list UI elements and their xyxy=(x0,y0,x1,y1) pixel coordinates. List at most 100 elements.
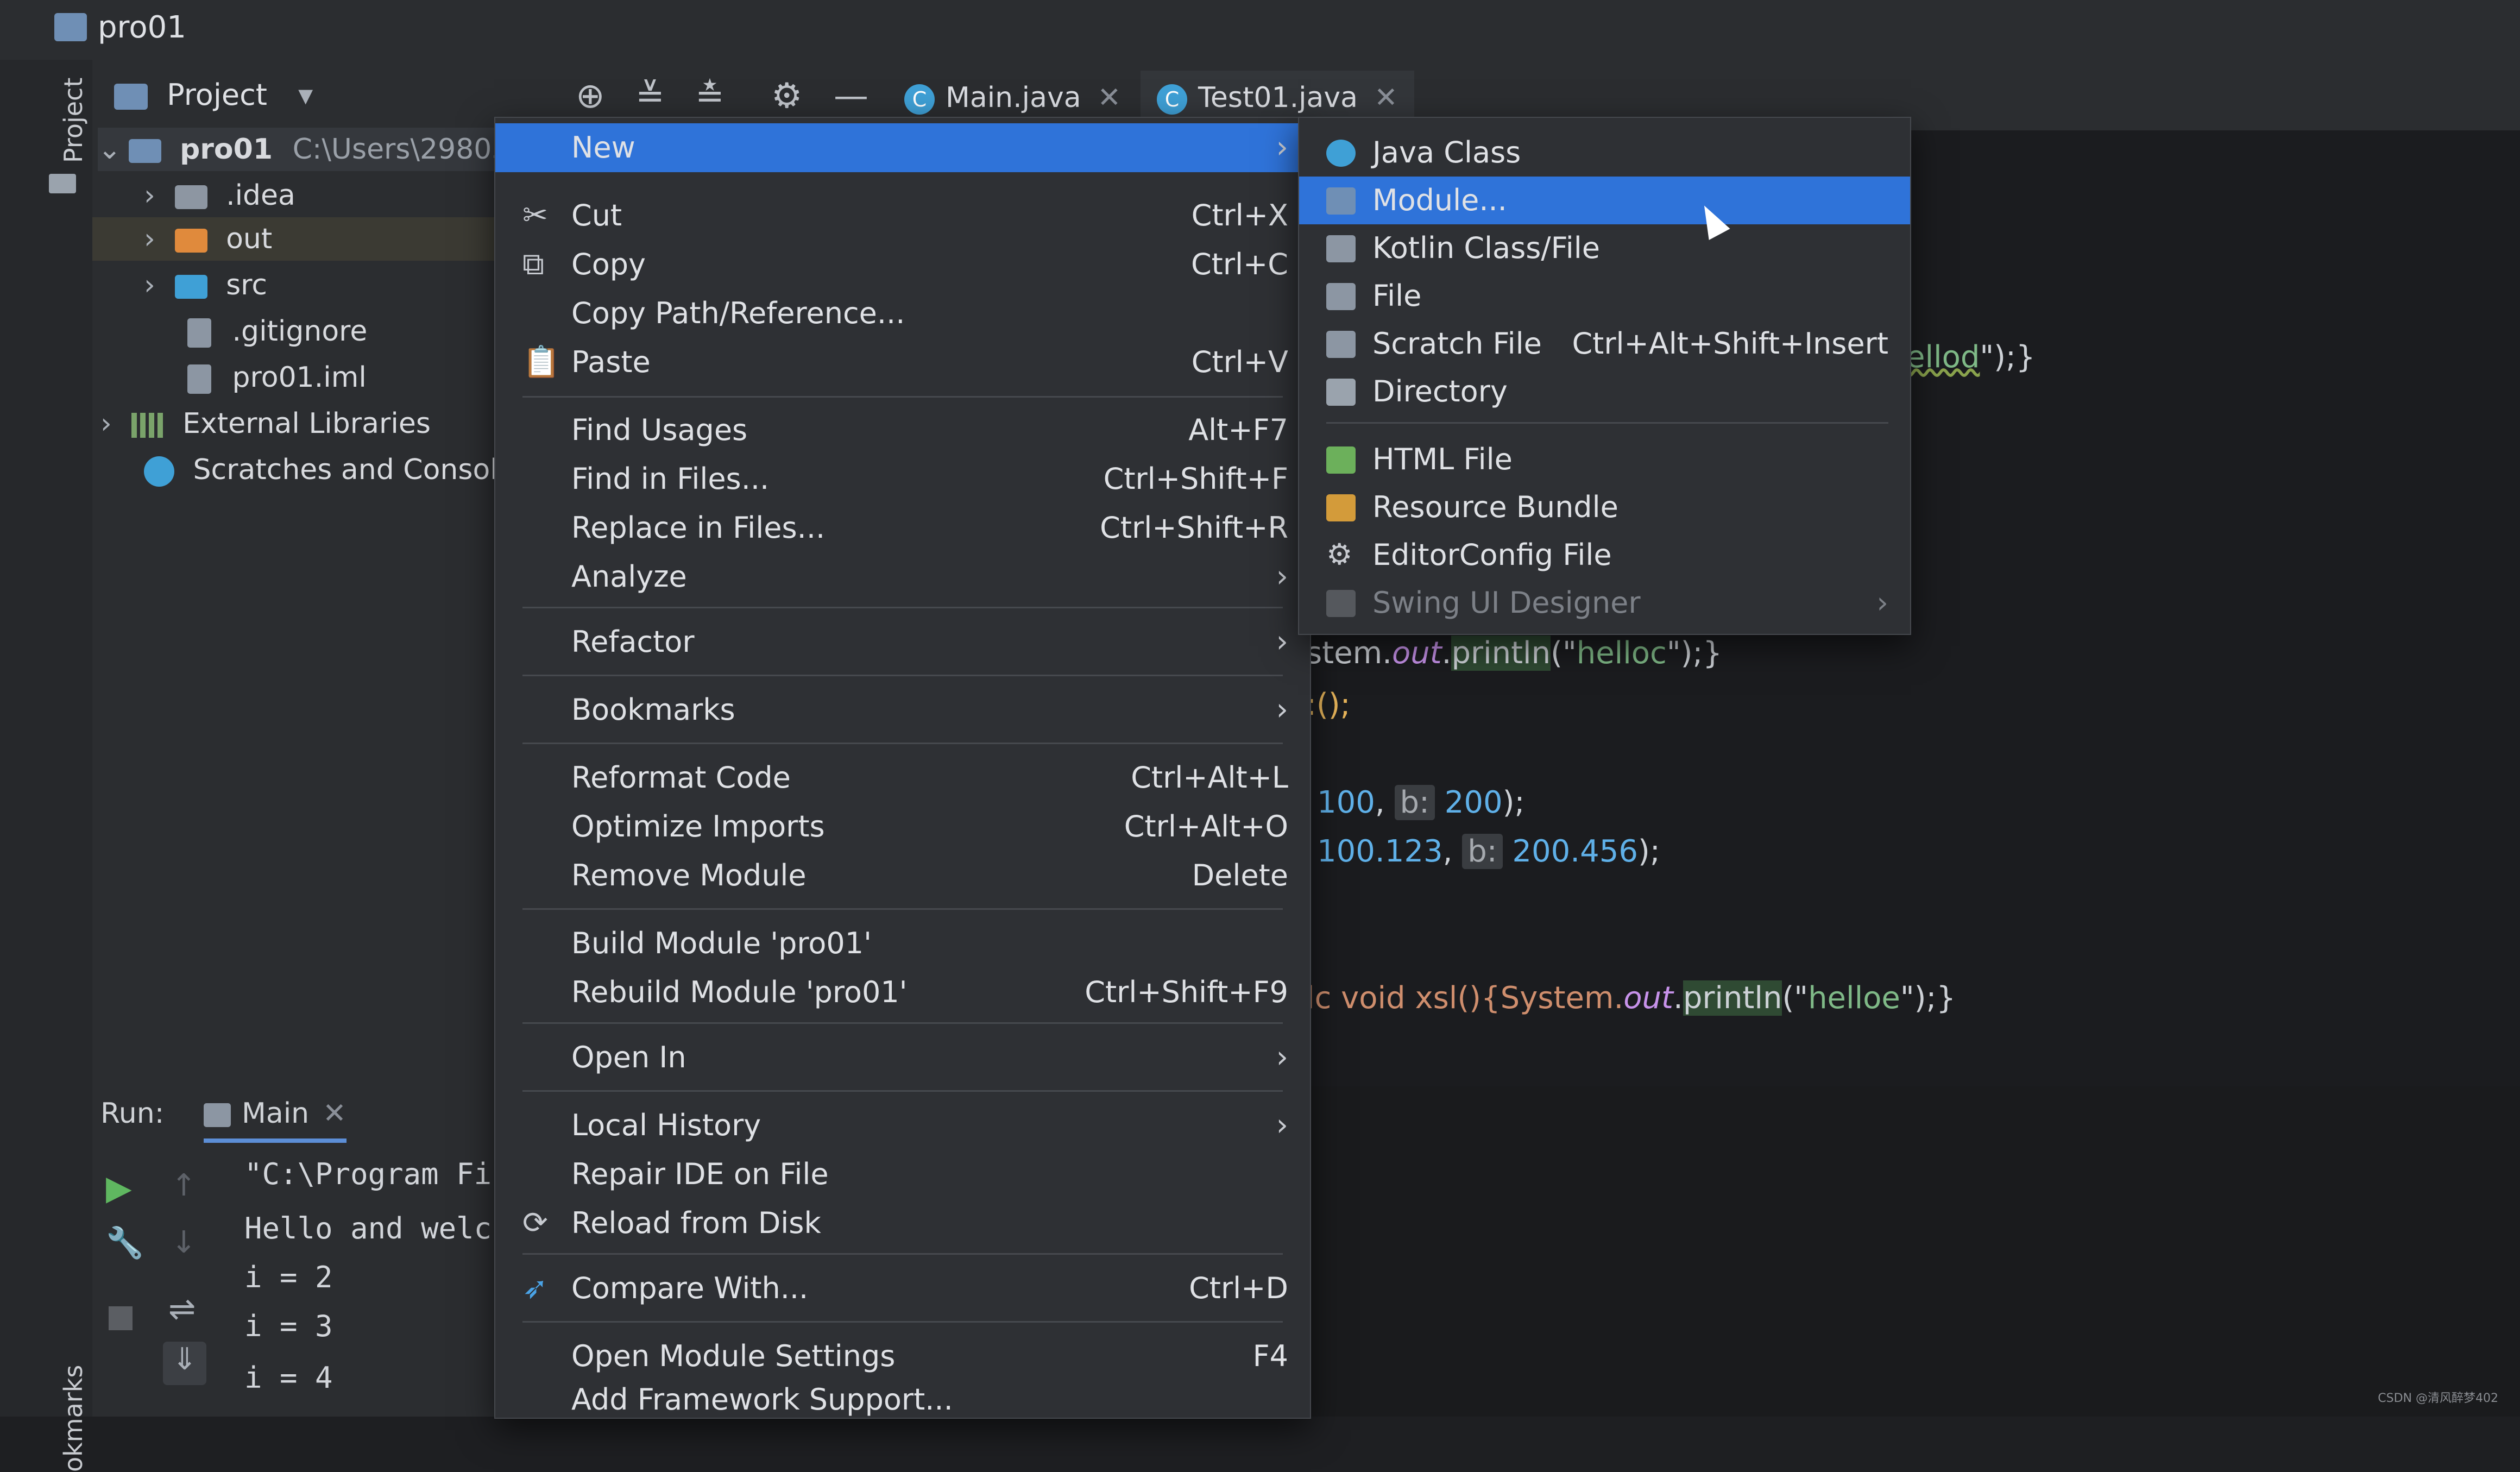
reload-icon: ⟳ xyxy=(522,1205,548,1241)
run-tab-main[interactable]: Main ✕ xyxy=(204,1097,346,1143)
tree-label: pro01.iml xyxy=(232,361,367,394)
menu-item-build-module[interactable]: Build Module 'pro01' xyxy=(495,919,1310,968)
menu-item-bookmarks[interactable]: Bookmarks › xyxy=(495,685,1310,734)
module-folder-icon xyxy=(128,139,161,163)
menu-item-replace-in-files[interactable]: Replace in Files... Ctrl+Shift+R xyxy=(495,504,1310,552)
menu-item-repair-ide[interactable]: Repair IDE on File xyxy=(495,1150,1310,1199)
menu-item-rebuild-module[interactable]: Rebuild Module 'pro01' Ctrl+Shift+F9 xyxy=(495,968,1310,1017)
close-icon[interactable]: ✕ xyxy=(1374,81,1398,114)
menu-item-add-framework-support[interactable]: Add Framework Support... xyxy=(495,1375,1310,1424)
folder-icon xyxy=(1326,379,1356,406)
tree-item-src[interactable]: › src xyxy=(144,263,267,307)
chevron-right-icon[interactable]: › xyxy=(100,402,122,445)
submenu-item-swing-ui-designer[interactable]: Swing UI Designer › xyxy=(1299,579,1910,627)
collapse-all-icon[interactable]: ≛ xyxy=(695,76,724,116)
chevron-down-icon[interactable]: ▾ xyxy=(298,78,313,112)
tree-item-out[interactable]: › out xyxy=(92,217,494,261)
new-submenu: Java Class Module... Kotlin Class/File F… xyxy=(1298,117,1911,635)
tree-item-scratches[interactable]: Scratches and Consoles xyxy=(144,448,530,492)
scroll-to-end-icon[interactable]: ⇓ xyxy=(163,1342,206,1385)
file-icon xyxy=(1326,283,1356,310)
console-line: i = 2 xyxy=(244,1260,333,1294)
tree-label: out xyxy=(226,223,273,255)
menu-item-analyze[interactable]: Analyze › xyxy=(495,552,1310,601)
tree-item-idea[interactable]: › .idea xyxy=(144,174,295,217)
tree-label: .gitignore xyxy=(232,315,368,348)
chevron-right-icon: › xyxy=(1276,559,1288,594)
submenu-item-editorconfig[interactable]: ⚙ EditorConfig File xyxy=(1299,531,1910,579)
tree-label: External Libraries xyxy=(182,407,431,440)
console-line: i = 3 xyxy=(244,1309,333,1343)
tree-item-external-libraries[interactable]: › External Libraries xyxy=(100,402,431,445)
chevron-right-icon: › xyxy=(1876,586,1888,620)
locate-icon[interactable]: ⊕ xyxy=(576,76,605,116)
submenu-item-scratch-file[interactable]: Scratch File Ctrl+Alt+Shift+Insert xyxy=(1299,320,1910,368)
menu-item-open-module-settings[interactable]: Open Module Settings F4 xyxy=(495,1332,1310,1381)
folder-icon xyxy=(174,185,207,209)
soft-wrap-icon[interactable]: ⇌ xyxy=(168,1290,196,1328)
expand-all-icon[interactable]: ≚ xyxy=(635,76,665,116)
wrench-icon[interactable]: 🔧 xyxy=(106,1225,144,1261)
submenu-item-kotlin[interactable]: Kotlin Class/File xyxy=(1299,224,1910,272)
window-title: pro01 xyxy=(98,10,186,45)
chevron-right-icon: › xyxy=(1276,130,1288,165)
file-icon xyxy=(187,318,211,348)
project-view-icon xyxy=(114,84,148,110)
menu-item-compare-with[interactable]: ➶ Compare With... Ctrl+D xyxy=(495,1264,1310,1313)
scratch-file-icon xyxy=(1326,331,1356,358)
project-tool-tab[interactable]: Project xyxy=(59,78,88,163)
chevron-down-icon[interactable]: ⌄ xyxy=(98,128,122,171)
bookmarks-tool-tab[interactable]: okmarks xyxy=(59,1365,88,1472)
compare-icon: ➶ xyxy=(522,1270,548,1306)
menu-item-paste[interactable]: 📋 Paste Ctrl+V xyxy=(495,338,1310,387)
code-line: 100, b: 200); xyxy=(1317,785,1525,820)
project-panel-header[interactable]: Project ▾ xyxy=(114,73,313,117)
menu-item-reload-from-disk[interactable]: ⟳ Reload from Disk xyxy=(495,1199,1310,1248)
class-icon xyxy=(1326,140,1356,167)
menu-item-new[interactable]: New › xyxy=(495,123,1310,172)
scissors-icon: ✂ xyxy=(522,198,548,233)
submenu-item-html-file[interactable]: HTML File xyxy=(1299,436,1910,483)
resource-bundle-icon xyxy=(1326,494,1356,521)
run-config-icon xyxy=(204,1103,231,1127)
run-icon[interactable]: ▶ xyxy=(106,1168,132,1207)
tree-label: .idea xyxy=(226,179,295,212)
submenu-item-module[interactable]: Module... xyxy=(1299,177,1910,224)
menu-item-reformat-code[interactable]: Reformat Code Ctrl+Alt+L xyxy=(495,753,1310,802)
bottom-editor-area xyxy=(1303,1086,2520,1417)
close-icon[interactable]: ✕ xyxy=(1098,81,1122,114)
menu-item-refactor[interactable]: Refactor › xyxy=(495,618,1310,666)
close-icon[interactable]: ✕ xyxy=(323,1097,346,1130)
gear-icon[interactable]: ⚙ xyxy=(771,76,802,116)
menu-item-cut[interactable]: ✂ Cut Ctrl+X xyxy=(495,191,1310,240)
tree-item-pro01[interactable]: ⌄ pro01 C:\Users\29803\ xyxy=(98,128,519,171)
chevron-right-icon[interactable]: › xyxy=(144,263,166,307)
menu-item-remove-module[interactable]: Remove Module Delete xyxy=(495,851,1310,900)
minimize-icon[interactable]: — xyxy=(834,76,868,116)
scratches-icon xyxy=(144,456,174,487)
menu-item-find-in-files[interactable]: Find in Files... Ctrl+Shift+F xyxy=(495,455,1310,504)
submenu-item-resource-bundle[interactable]: Resource Bundle xyxy=(1299,483,1910,531)
submenu-item-file[interactable]: File xyxy=(1299,272,1910,320)
folder-icon[interactable] xyxy=(49,174,76,193)
kotlin-file-icon xyxy=(1326,235,1356,262)
down-arrow-icon[interactable]: ↓ xyxy=(171,1225,197,1260)
code-line: :(); xyxy=(1306,687,1351,722)
submenu-item-directory[interactable]: Directory xyxy=(1299,368,1910,416)
tree-item-gitignore[interactable]: .gitignore xyxy=(187,310,367,353)
chevron-right-icon: › xyxy=(1276,692,1288,727)
chevron-right-icon[interactable]: › xyxy=(144,217,166,261)
menu-item-open-in[interactable]: Open In › xyxy=(495,1033,1310,1082)
stop-icon[interactable] xyxy=(109,1306,133,1330)
chevron-right-icon[interactable]: › xyxy=(144,174,166,217)
menu-item-find-usages[interactable]: Find Usages Alt+F7 xyxy=(495,406,1310,455)
tree-item-pro01-iml[interactable]: pro01.iml xyxy=(187,356,367,399)
submenu-item-java-class[interactable]: Java Class xyxy=(1299,129,1910,177)
menu-item-local-history[interactable]: Local History › xyxy=(495,1101,1310,1150)
code-line: stem.out.println("helloc");} xyxy=(1306,636,1722,671)
menu-item-copy-path[interactable]: Copy Path/Reference... xyxy=(495,289,1310,338)
menu-item-optimize-imports[interactable]: Optimize Imports Ctrl+Alt+O xyxy=(495,802,1310,851)
menu-item-copy[interactable]: ⧉ Copy Ctrl+C xyxy=(495,240,1310,289)
up-arrow-icon[interactable]: ↑ xyxy=(171,1168,197,1203)
code-line: lc void xsl(){System.out.println("helloe… xyxy=(1306,980,1956,1016)
